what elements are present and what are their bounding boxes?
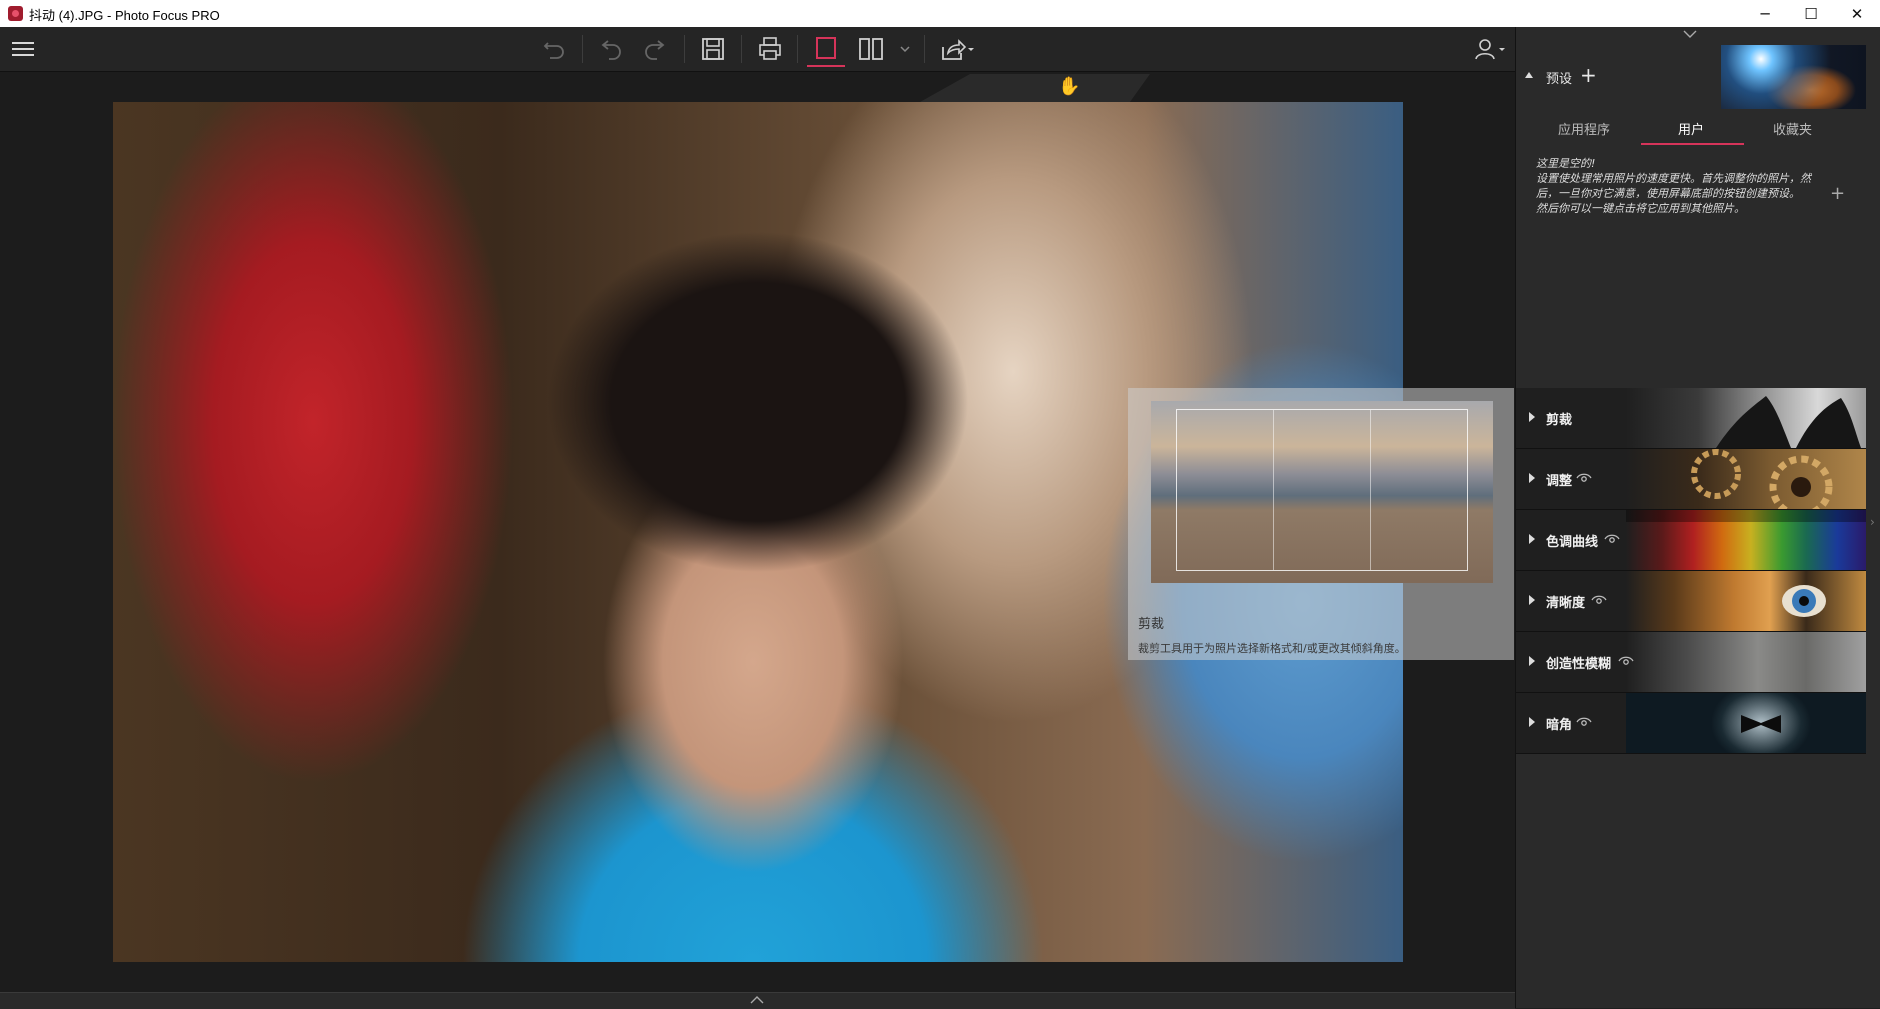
empty-message-line: 后，一旦你对它满意，使用屏幕底部的按钮创建预设。 bbox=[1536, 187, 1800, 200]
tooltip-description: 裁剪工具用于为照片选择新格式和/或更改其倾斜角度。 bbox=[1138, 642, 1406, 655]
section-label: 暗角 bbox=[1546, 718, 1573, 733]
preset-empty-message: 这里是空的! 设置使处理常用照片的速度更快。首先调整你的照片，然 后，一旦你对它… bbox=[1536, 156, 1846, 216]
section-creative-blur[interactable]: 创造性模糊 bbox=[1516, 632, 1866, 693]
presets-header[interactable]: 预设 + bbox=[1516, 45, 1866, 109]
crop-section-image bbox=[1626, 388, 1866, 448]
section-adjust[interactable]: 调整 bbox=[1516, 449, 1866, 519]
section-clarity[interactable]: 清晰度 bbox=[1516, 571, 1866, 632]
expand-triangle-icon bbox=[1529, 717, 1535, 727]
expand-triangle-icon bbox=[1529, 473, 1535, 483]
eye-icon[interactable] bbox=[1604, 531, 1620, 547]
add-preset-button[interactable]: + bbox=[1580, 63, 1597, 87]
undo-all-icon[interactable] bbox=[535, 31, 573, 67]
add-preset-plus-icon[interactable]: + bbox=[1830, 183, 1845, 204]
section-label: 创造性模糊 bbox=[1546, 657, 1612, 672]
expand-triangle-icon bbox=[1529, 412, 1535, 422]
eye-icon[interactable] bbox=[1591, 592, 1607, 608]
save-icon[interactable] bbox=[694, 31, 732, 67]
section-label: 清晰度 bbox=[1546, 596, 1586, 611]
presets-header-image bbox=[1721, 45, 1866, 109]
empty-message-line: 设置使处理常用照片的速度更快。首先调整你的照片，然 bbox=[1536, 172, 1811, 185]
redo-icon[interactable] bbox=[636, 31, 674, 67]
title-bar: 抖动 (4).JPG - Photo Focus PRO ─ ☐ ✕ bbox=[0, 0, 1880, 27]
crop-tooltip: 剪裁 裁剪工具用于为照片选择新格式和/或更改其倾斜角度。 bbox=[1128, 388, 1514, 660]
chevron-up-icon[interactable] bbox=[749, 995, 765, 1005]
chevron-down-icon[interactable] bbox=[1682, 29, 1698, 39]
eye-icon[interactable] bbox=[1618, 653, 1634, 669]
expand-triangle-icon bbox=[1529, 656, 1535, 666]
street-section-image bbox=[1626, 632, 1866, 692]
maximize-button[interactable]: ☐ bbox=[1788, 0, 1834, 27]
tiger-section-image bbox=[1626, 571, 1866, 631]
user-icon[interactable] bbox=[1468, 31, 1512, 67]
empty-message-line: 然后你可以一键点击将它应用到其他照片。 bbox=[1536, 202, 1745, 215]
window-title: 抖动 (4).JPG - Photo Focus PRO bbox=[29, 8, 220, 23]
crop-frame bbox=[1176, 409, 1468, 571]
print-icon[interactable] bbox=[751, 31, 789, 67]
chevron-right-icon[interactable]: › bbox=[1870, 515, 1875, 529]
tooltip-title: 剪裁 bbox=[1138, 617, 1165, 632]
toolbar bbox=[0, 27, 1515, 72]
section-label: 剪裁 bbox=[1546, 413, 1573, 428]
bottom-panel-toggle[interactable] bbox=[0, 992, 1515, 1009]
decorative-swoosh bbox=[920, 74, 1150, 102]
tab-favorites[interactable]: 收藏夹 bbox=[1773, 119, 1812, 138]
minimize-button[interactable]: ─ bbox=[1742, 0, 1788, 27]
hand-cursor-icon: ✋ bbox=[1058, 76, 1081, 97]
expand-triangle-icon bbox=[1529, 595, 1535, 605]
vignette-section-image bbox=[1626, 693, 1866, 753]
app-icon bbox=[8, 6, 23, 21]
tab-applications[interactable]: 应用程序 bbox=[1558, 119, 1610, 138]
section-label: 色调曲线 bbox=[1546, 535, 1599, 550]
close-button[interactable]: ✕ bbox=[1834, 0, 1880, 27]
presets-label: 预设 bbox=[1546, 72, 1573, 87]
section-crop[interactable]: 剪裁 bbox=[1516, 388, 1866, 449]
active-tab-indicator bbox=[1641, 143, 1744, 145]
expand-triangle-icon bbox=[1529, 534, 1535, 544]
pencils-section-image bbox=[1626, 504, 1866, 570]
adjustments-sidebar: 预设 + 应用程序 用户 收藏夹 这里是空的! 设置使处理常用照片的速度更快。首… bbox=[1515, 27, 1880, 1008]
single-view-icon[interactable] bbox=[807, 31, 845, 67]
compare-view-icon[interactable] bbox=[852, 31, 890, 67]
chevron-down-icon[interactable] bbox=[888, 31, 922, 67]
menu-icon[interactable] bbox=[4, 31, 42, 67]
eye-icon[interactable] bbox=[1576, 470, 1592, 486]
undo-icon[interactable] bbox=[592, 31, 630, 67]
collapse-triangle-icon[interactable] bbox=[1525, 72, 1533, 78]
empty-message-line: 这里是空的! bbox=[1536, 157, 1596, 170]
section-label: 调整 bbox=[1546, 474, 1573, 489]
section-tone-curve[interactable]: 色调曲线 bbox=[1516, 504, 1866, 571]
tab-user[interactable]: 用户 bbox=[1678, 119, 1704, 138]
section-vignette[interactable]: 暗角 bbox=[1516, 693, 1866, 754]
share-icon[interactable] bbox=[934, 31, 980, 67]
eye-icon[interactable] bbox=[1576, 714, 1592, 730]
tooltip-thumbnail bbox=[1151, 401, 1493, 583]
gears-section-image bbox=[1626, 449, 1866, 519]
